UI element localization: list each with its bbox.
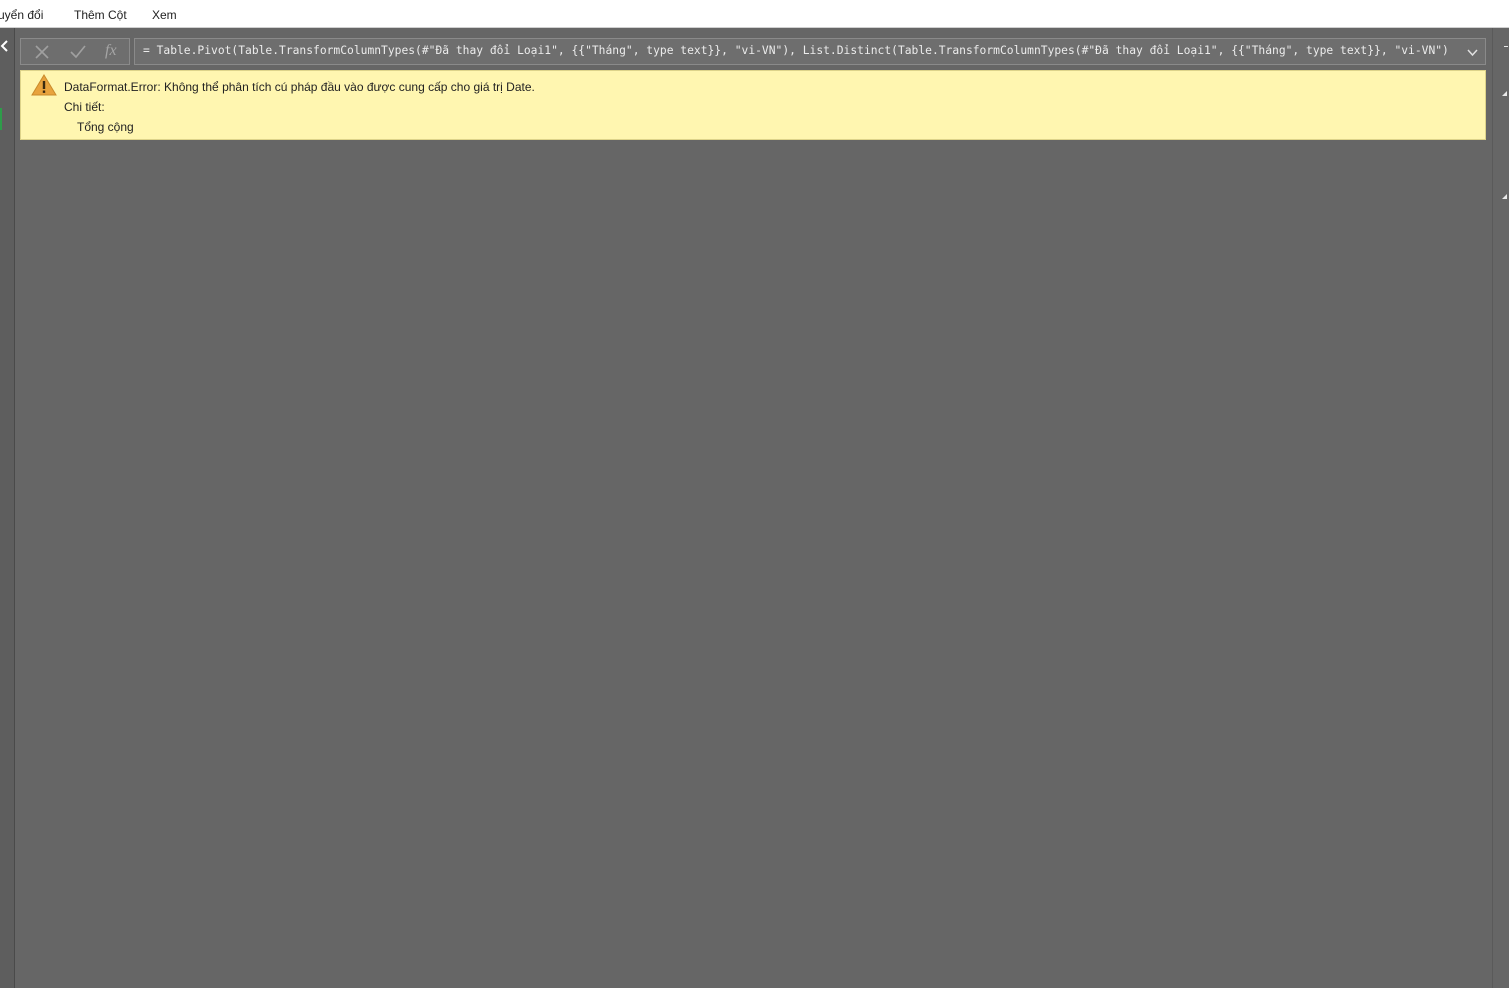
caret-up-icon[interactable] bbox=[1502, 194, 1507, 199]
formula-text[interactable]: = Table.Pivot(Table.TransformColumnTypes… bbox=[143, 44, 1457, 57]
tab-view[interactable]: Xem bbox=[152, 8, 177, 22]
pane-divider-mark bbox=[1504, 46, 1508, 47]
query-settings-pane-collapsed bbox=[1492, 28, 1509, 988]
chevron-left-icon[interactable] bbox=[0, 39, 10, 53]
caret-up-icon[interactable] bbox=[1502, 91, 1507, 96]
query-selection-indicator bbox=[0, 108, 2, 130]
error-message: DataFormat.Error: Không thể phân tích cú… bbox=[64, 80, 535, 94]
error-details-label: Chi tiết: bbox=[64, 100, 105, 114]
chevron-down-icon[interactable] bbox=[1466, 46, 1479, 59]
ribbon-tabs: uyển đổi Thêm Cột Xem bbox=[0, 0, 1509, 28]
cancel-icon[interactable] bbox=[33, 43, 51, 61]
error-banner: DataFormat.Error: Không thể phân tích cú… bbox=[20, 70, 1486, 140]
fx-icon[interactable]: fx bbox=[105, 42, 117, 60]
warning-icon bbox=[31, 74, 57, 96]
power-query-editor: uyển đổi Thêm Cột Xem fx = Table.Pivot(T… bbox=[0, 0, 1509, 988]
tab-add-column[interactable]: Thêm Cột bbox=[74, 8, 127, 22]
error-detail-value: Tổng cộng bbox=[77, 120, 134, 134]
queries-pane-collapsed bbox=[0, 28, 15, 988]
tab-transform[interactable]: uyển đổi bbox=[0, 8, 43, 22]
formula-input[interactable]: = Table.Pivot(Table.TransformColumnTypes… bbox=[134, 38, 1486, 65]
confirm-icon[interactable] bbox=[69, 43, 87, 61]
formula-bar-controls: fx bbox=[20, 38, 130, 65]
